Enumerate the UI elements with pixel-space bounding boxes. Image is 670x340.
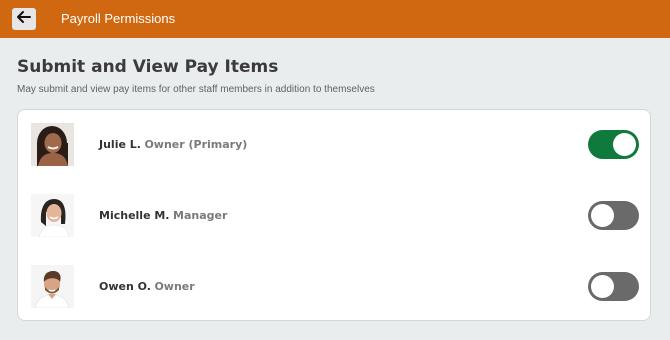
- section-description: May submit and view pay items for other …: [17, 84, 375, 95]
- staff-name: Owen O. Owner: [99, 280, 195, 294]
- staff-row: Julie L. Owner (Primary): [18, 110, 650, 181]
- staff-name-text: Julie L.: [99, 138, 141, 151]
- top-bar: Payroll Permissions: [0, 0, 670, 38]
- staff-name: Julie L. Owner (Primary): [99, 138, 247, 152]
- staff-row: Owen O. Owner: [18, 252, 650, 323]
- staff-name: Michelle M. Manager: [99, 209, 227, 223]
- permission-toggle[interactable]: [588, 130, 639, 159]
- staff-name-text: Michelle M.: [99, 209, 170, 222]
- avatar: [31, 123, 74, 166]
- staff-name-text: Owen O.: [99, 280, 151, 293]
- back-button[interactable]: [12, 8, 36, 30]
- avatar: [31, 265, 74, 308]
- permission-toggle[interactable]: [588, 201, 639, 230]
- staff-permissions-card: Julie L. Owner (Primary) Michelle M. Man…: [17, 109, 651, 321]
- toggle-knob: [591, 204, 614, 227]
- staff-role-text: Manager: [173, 209, 228, 222]
- page-title: Payroll Permissions: [61, 11, 176, 26]
- staff-row: Michelle M. Manager: [18, 181, 650, 252]
- toggle-knob: [591, 275, 614, 298]
- staff-role-text: Owner: [154, 280, 195, 293]
- toggle-knob: [613, 133, 636, 156]
- staff-role-text: Owner (Primary): [144, 138, 248, 151]
- section-title: Submit and View Pay Items: [17, 57, 279, 77]
- arrow-left-icon: [17, 10, 31, 28]
- avatar: [31, 194, 74, 237]
- permission-toggle[interactable]: [588, 272, 639, 301]
